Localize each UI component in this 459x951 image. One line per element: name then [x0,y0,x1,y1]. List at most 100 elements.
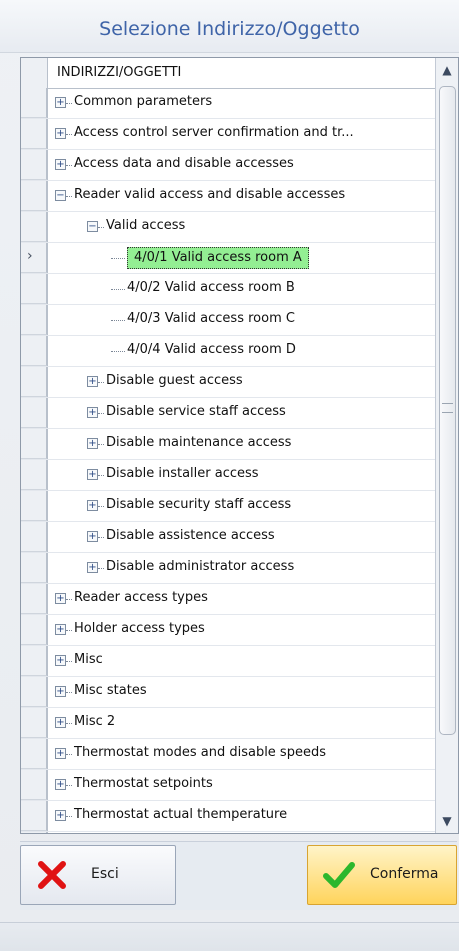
expand-icon[interactable]: + [55,655,66,666]
row-selector[interactable] [21,677,47,707]
tree-connector [111,351,125,352]
tree-row[interactable]: + Holder access types [21,615,435,646]
confirm-button-label: Conferma [370,866,439,882]
expand-icon[interactable]: + [55,159,66,170]
tree-row[interactable]: − Reader valid access and disable accesse… [21,181,435,212]
row-selector[interactable] [21,708,47,738]
tree-row[interactable]: 4/0/3 Valid access room C [21,305,435,336]
tree-row[interactable]: + Misc [21,646,435,677]
expand-icon[interactable]: + [87,376,98,387]
cancel-button[interactable]: Esci [20,845,176,905]
tree-row[interactable]: + Common parameters [21,88,435,119]
row-selector[interactable] [21,398,47,428]
tree-row[interactable]: + Thermostat actual themperature [21,801,435,832]
tree-row[interactable]: 4/0/4 Valid access room D [21,336,435,367]
row-selector[interactable] [21,212,47,242]
check-icon [323,862,355,888]
tree-row[interactable]: + Disable service staff access [21,398,435,429]
tree-connector [66,785,72,786]
tree-row-label: Thermostat actual themperature [74,807,288,822]
row-selector[interactable] [21,553,47,583]
row-selector[interactable] [21,88,47,118]
row-selector[interactable] [21,491,47,521]
row-selector[interactable] [21,305,47,335]
tree-column-header[interactable]: INDIRIZZI/OGGETTI [21,58,435,89]
tree-connector [98,475,104,476]
tree-connector [66,630,72,631]
vertical-scrollbar[interactable]: ▲ ▼ [435,58,458,833]
row-selector[interactable] [21,801,47,831]
expand-icon[interactable]: + [55,779,66,790]
row-selector[interactable] [21,336,47,366]
row-selector[interactable] [21,150,47,180]
tree-row[interactable]: + Misc 2 [21,708,435,739]
tree-row[interactable]: + Access control server confirmation and … [21,119,435,150]
tree-row[interactable]: + Reader access types [21,584,435,615]
expand-icon[interactable]: + [87,562,98,573]
expand-icon[interactable]: + [55,748,66,759]
tree-row[interactable]: + Disable security staff access [21,491,435,522]
title-bar: Selezione Indirizzo/Oggetto [0,0,459,53]
tree-row[interactable]: + Disable installer access [21,460,435,491]
row-selector[interactable] [21,460,47,490]
tree-connector [98,382,104,383]
row-selector[interactable] [21,181,47,211]
expand-icon[interactable]: + [55,624,66,635]
row-selector[interactable] [21,832,47,833]
tree-connector [66,165,72,166]
expand-icon[interactable]: + [55,717,66,728]
scroll-up-arrow-icon[interactable]: ▲ [436,58,458,82]
tree-row-label: Disable service staff access [106,404,286,419]
close-x-icon [38,861,66,889]
row-selector[interactable] [21,615,47,645]
tree-row[interactable]: + Disable maintenance access [21,429,435,460]
row-selector[interactable] [21,367,47,397]
row-selector[interactable] [21,646,47,676]
tree-row[interactable]: + Disable guest access [21,367,435,398]
tree-row[interactable]: − Valid access [21,212,435,243]
tree-connector [66,723,72,724]
row-selector[interactable] [21,739,47,769]
scrollbar-thumb[interactable] [439,86,456,735]
confirm-button[interactable]: Conferma [307,845,457,905]
expand-icon[interactable]: + [87,407,98,418]
tree-row[interactable]: 4/0/2 Valid access room B [21,274,435,305]
expand-icon[interactable]: + [87,438,98,449]
expand-icon[interactable]: + [55,593,66,604]
tree-row[interactable]: + Disable administrator access [21,553,435,584]
row-selector[interactable] [21,522,47,552]
scroll-grip-icon [442,403,453,413]
row-selector[interactable] [21,274,47,304]
tree-row[interactable]: + Thermostat setpoints [21,770,435,801]
expand-icon[interactable]: + [87,531,98,542]
scroll-down-arrow-icon[interactable]: ▼ [436,809,458,833]
tree-row[interactable]: + Thermostat modes and disable speeds [21,739,435,770]
button-bar: Esci Conferma [20,841,457,910]
tree-connector [98,506,104,507]
row-selector[interactable] [21,770,47,800]
row-selector[interactable] [21,119,47,149]
row-selector[interactable] [21,584,47,614]
tree-row[interactable]: + Access data and disable accesses [21,150,435,181]
tree-row[interactable]: › 4/0/1 Valid access room A [21,243,435,274]
expand-icon[interactable]: + [87,469,98,480]
tree-row-label: Misc states [74,683,147,698]
expand-icon[interactable]: + [55,810,66,821]
address-object-tree[interactable]: INDIRIZZI/OGGETTI + Common parameters + Acc… [20,57,459,834]
collapse-icon[interactable]: − [55,190,66,201]
expand-icon[interactable]: + [87,500,98,511]
tree-row-label: Access control server confirmation and t… [74,125,354,140]
tree-row[interactable]: + Misc states [21,677,435,708]
row-selector[interactable]: › [21,243,47,273]
expand-icon[interactable]: + [55,97,66,108]
current-row-indicator-icon: › [27,248,33,264]
collapse-icon[interactable]: − [87,221,98,232]
tree-row[interactable]: + Disable assistence access [21,522,435,553]
row-selector[interactable] [21,429,47,459]
tree-row-label: 4/0/4 Valid access room D [127,342,296,357]
column-header-label: INDIRIZZI/OGGETTI [57,65,182,80]
expand-icon[interactable]: + [55,686,66,697]
expand-icon[interactable]: + [55,128,66,139]
tree-rows: + Common parameters + Access control server… [21,88,435,833]
tree-row[interactable]: +Thermostat force speeds [21,832,435,833]
